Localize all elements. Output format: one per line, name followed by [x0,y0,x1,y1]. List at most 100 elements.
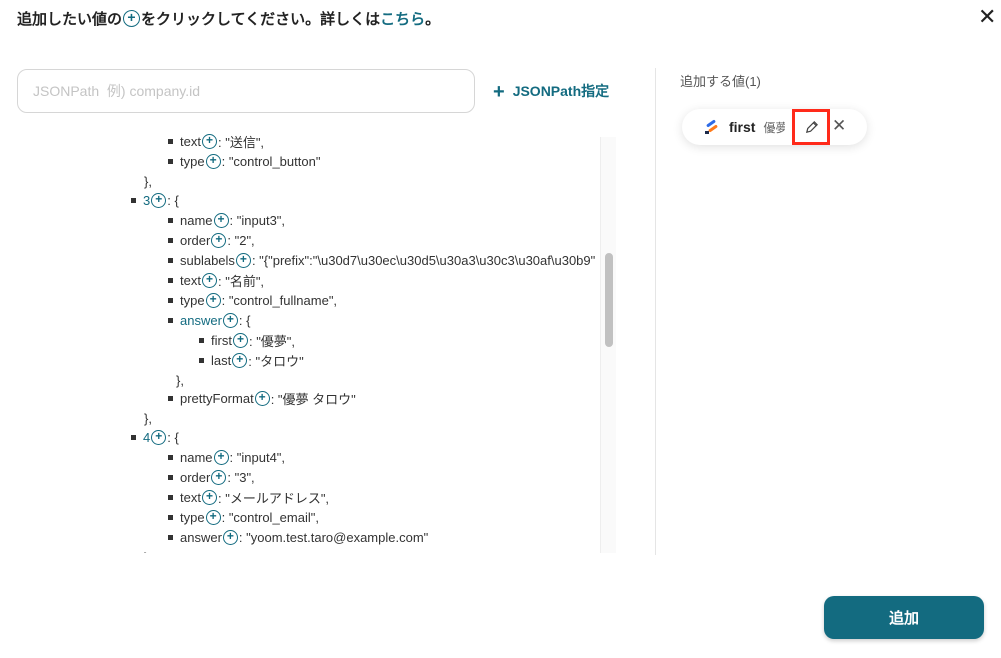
bullet-icon [168,474,173,480]
bullet-icon [168,297,173,303]
bullet-icon [168,158,173,164]
add-button[interactable]: 追加 [824,596,984,639]
instruction-title: 追加したい値の + をクリックしてください。詳しくは こちら 。 [17,8,440,29]
bullet-icon [168,237,173,243]
bullet-icon [199,357,204,363]
add-value-plus-icon[interactable]: + [222,312,238,328]
bullet-icon [199,337,204,343]
add-value-plus-icon[interactable]: + [211,232,227,248]
tree-key: sublabels [180,252,235,268]
close-icon[interactable]: ✕ [832,116,846,136]
plus-circle-icon: + [123,10,141,27]
tree-row: }, [144,547,152,554]
tree-row: name +: "input3", [168,210,285,230]
plus-icon: + [493,81,505,103]
title-text: をクリックしてください。詳しくは [141,11,381,28]
bullet-icon [131,434,136,440]
tree-key: order [180,469,211,485]
tree-value-text: "input4", [236,449,286,465]
tree-row: }, [176,370,184,390]
jsonpath-search-input[interactable] [17,69,475,113]
tree-row: type +: "control_button" [168,151,320,171]
tree-key: first [211,332,232,348]
help-link[interactable]: こちら [380,8,425,29]
tree-key[interactable]: 3 [143,193,150,208]
closing-brace: }, [144,410,152,426]
tree-row: first +: "優夢", [199,330,295,350]
tree-value-text: "優夢", [256,333,296,349]
bullet-icon [168,514,173,520]
tree-value-text: "2", [234,232,255,248]
tree-row: type +: "control_email", [168,507,319,527]
bullet-icon [131,197,136,203]
tree-value: : "2", [227,232,255,248]
title-text: 追加したい値の [17,11,123,28]
closing-brace: }, [176,372,184,388]
scrollbar[interactable] [600,137,616,553]
tree-row: text +: "名前", [168,270,264,290]
tree-key: type [180,292,205,308]
tree-value-text: "送信", [225,134,265,150]
yoom-logo-icon [705,119,718,134]
tree-row: }, [144,171,152,191]
tree-value: : "タロウ" [248,353,304,369]
add-value-plus-icon[interactable]: + [232,332,248,348]
add-value-plus-icon[interactable]: + [213,449,229,465]
tree-value-text: "input3", [236,212,286,228]
tree-row: sublabels +: "{"prefix":"\u30d7\u30ec\u30… [168,250,595,270]
add-value-plus-icon[interactable]: + [232,352,248,368]
bullet-icon [168,395,173,401]
tree-value: : { [167,192,179,208]
add-value-plus-icon[interactable]: + [222,529,238,545]
tree-row: prettyFormat +: "優夢 タロウ" [168,388,356,408]
close-icon[interactable]: ✕ [978,4,996,30]
tree-key[interactable]: 4 [143,430,150,445]
chip-name: first [729,119,756,135]
tree-value: : "名前", [217,273,265,289]
add-value-plus-icon[interactable]: + [205,509,221,525]
scrollbar-thumb[interactable] [605,253,613,347]
tree-value: : "3", [227,469,255,485]
tree-key: type [180,153,205,169]
bullet-icon [168,217,173,223]
tree-value: : "control_fullname", [221,292,338,308]
tree-value-text: "{"prefix":"\u30d7\u30ec\u30d5\u30a3\u30… [259,252,596,268]
tree-value: : "送信", [217,134,265,150]
selected-value-chip: first 優夢 ✕ [682,109,867,145]
tree-key[interactable]: answer [180,313,222,328]
add-value-plus-icon[interactable]: + [151,429,167,445]
tree-row: type +: "control_fullname", [168,290,337,310]
tree-key: name [180,449,213,465]
tree-key: last [211,352,232,368]
tree-value: : "input4", [229,449,286,465]
add-value-plus-icon[interactable]: + [235,252,251,268]
tree-value-text: "control_email", [228,509,319,525]
add-value-plus-icon[interactable]: + [254,390,270,406]
tree-value: : "input3", [229,212,286,228]
tree-row: answer +: { [168,310,251,330]
add-value-plus-icon[interactable]: + [151,192,167,208]
tree-key: text [180,133,201,149]
add-value-plus-icon[interactable]: + [205,292,221,308]
jsonpath-specify-button[interactable]: + JSONPath指定 [493,81,609,104]
tree-value-text: "yoom.test.taro@example.com" [246,529,429,545]
tree-value-text: { [174,192,179,208]
tree-key: prettyFormat [180,390,254,406]
tree-row: text +: "送信", [168,131,264,151]
json-tree: text +: "送信", type +: "control_button"}, 3 +:… [120,131,600,553]
bullet-icon [168,454,173,460]
add-value-plus-icon[interactable]: + [211,469,227,485]
tree-key: text [180,272,201,288]
divider [655,68,656,555]
add-value-plus-icon[interactable]: + [201,272,217,288]
tree-value-text: "control_fullname", [228,292,338,308]
tree-row: text +: "メールアドレス", [168,487,329,507]
add-value-plus-icon[interactable]: + [201,489,217,505]
pencil-icon[interactable] [792,109,830,145]
add-value-plus-icon[interactable]: + [201,133,217,149]
tree-value: : "メールアドレス", [217,490,330,506]
add-value-plus-icon[interactable]: + [205,153,221,169]
closing-brace: }, [144,550,152,554]
tree-value-text: { [246,312,251,328]
add-value-plus-icon[interactable]: + [213,212,229,228]
